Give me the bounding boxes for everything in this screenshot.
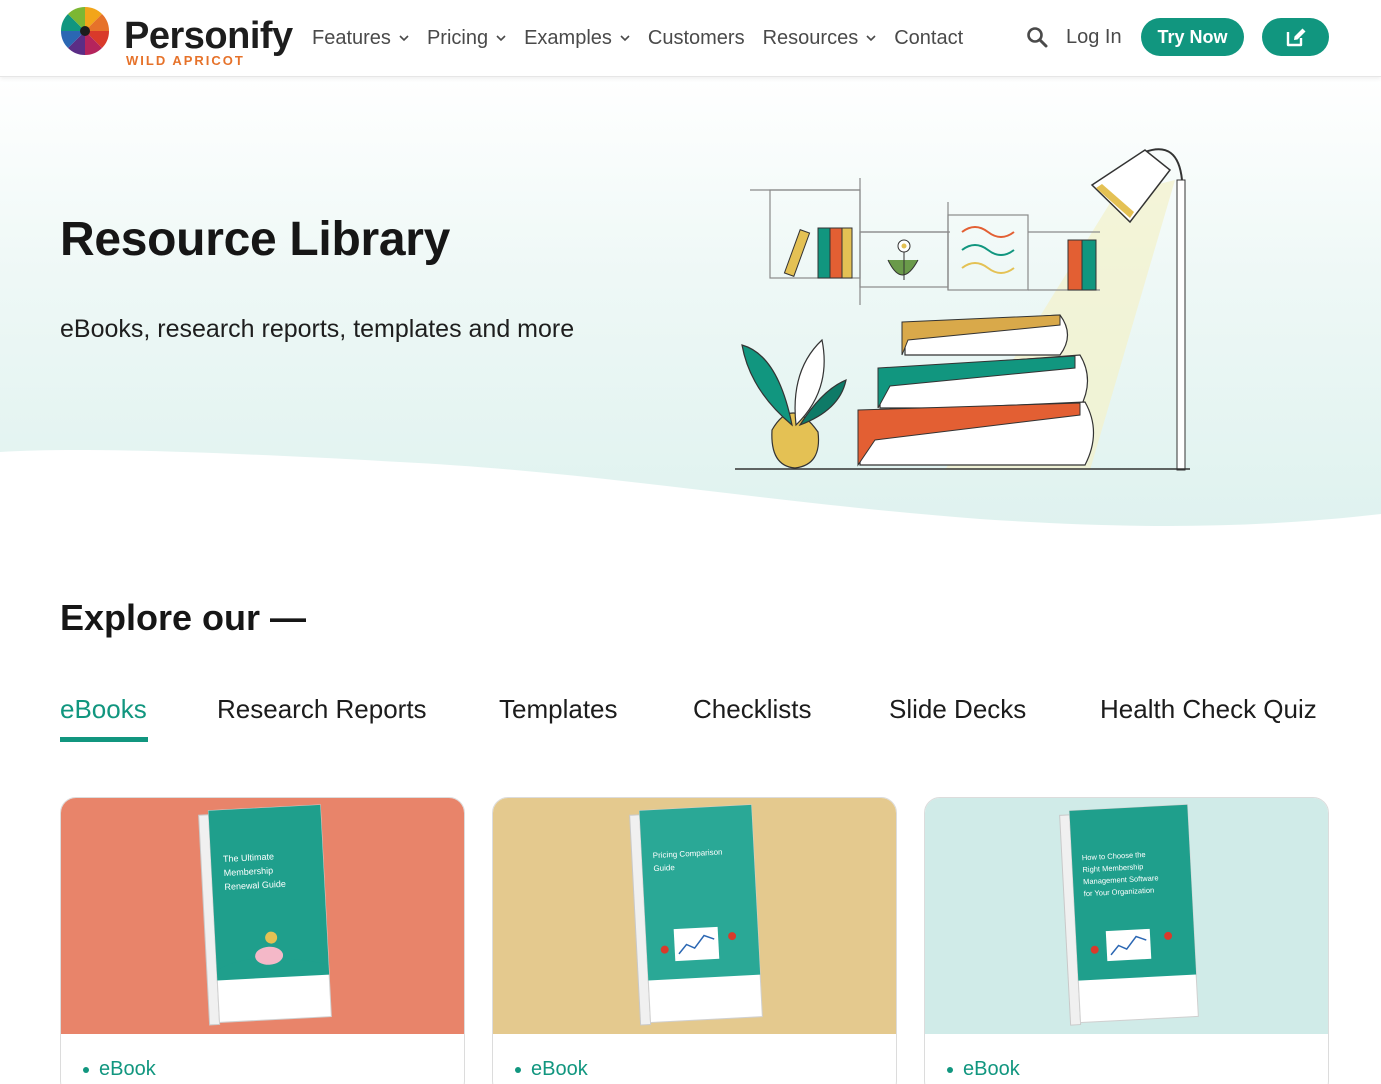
nav-item-label: Contact bbox=[894, 26, 964, 49]
bullet-dot bbox=[515, 1066, 521, 1073]
tab-ebooks[interactable]: eBooks bbox=[60, 690, 147, 728]
nav-item-label: Customers bbox=[647, 26, 745, 49]
tab-research-reports[interactable]: Research Reports bbox=[217, 690, 427, 728]
login-link[interactable]: Log In bbox=[1066, 24, 1122, 50]
bullet-dot bbox=[83, 1066, 89, 1073]
personify-logo[interactable]: Personify WILD APRICOT bbox=[60, 6, 293, 70]
nav-item-contact[interactable]: Contact bbox=[894, 27, 963, 50]
library-illustration bbox=[735, 148, 1190, 471]
nav-item-resources[interactable]: Resources bbox=[763, 27, 877, 50]
resource-tabs: eBooks Research Reports Templates Checkl… bbox=[60, 690, 1330, 744]
chevron-down-icon bbox=[866, 35, 876, 42]
edit-button[interactable] bbox=[1262, 18, 1329, 56]
brand-subtitle: WILD APRICOT bbox=[126, 53, 245, 68]
ebook-cover-image: How to Choose the Right Membership Manag… bbox=[925, 798, 1328, 1034]
chevron-down-icon bbox=[620, 35, 630, 42]
nav-item-features[interactable]: Features bbox=[312, 27, 409, 50]
page-subtitle: eBooks, research reports, templates and … bbox=[60, 315, 575, 343]
chevron-down-icon bbox=[496, 35, 506, 42]
resource-card[interactable]: The Ultimate Membership Renewal Guide eB… bbox=[60, 797, 465, 1084]
card-type-label: eBook bbox=[531, 1058, 588, 1080]
search-icon[interactable] bbox=[1025, 25, 1049, 49]
tab-health-check-quiz[interactable]: Health Check Quiz bbox=[1100, 690, 1317, 728]
book-cover-title: Guide bbox=[653, 863, 675, 873]
card-type-label: eBook bbox=[963, 1058, 1020, 1080]
card-type-tag: eBook bbox=[83, 1058, 156, 1081]
try-now-button[interactable]: Try Now bbox=[1141, 18, 1244, 56]
nav-item-label: Pricing bbox=[426, 26, 489, 49]
tab-templates[interactable]: Templates bbox=[499, 690, 618, 728]
nav-item-label: Resources bbox=[762, 26, 859, 49]
card-type-tag: eBook bbox=[515, 1058, 588, 1081]
card-type-label: eBook bbox=[99, 1058, 156, 1080]
nav-item-pricing[interactable]: Pricing bbox=[427, 27, 506, 50]
main-nav: Features Pricing Examples Customers Reso… bbox=[312, 23, 981, 53]
card-type-tag: eBook bbox=[947, 1058, 1020, 1081]
chevron-down-icon bbox=[399, 35, 409, 42]
bullet-dot bbox=[947, 1066, 953, 1073]
brand-name: Personify bbox=[124, 15, 293, 57]
tab-slide-decks[interactable]: Slide Decks bbox=[889, 690, 1026, 728]
logo-pinwheel-icon bbox=[60, 6, 110, 56]
edit-icon bbox=[1286, 28, 1305, 47]
page-title: Resource Library bbox=[60, 213, 451, 266]
explore-heading: Explore our — bbox=[60, 597, 307, 638]
ebook-cover-image: Pricing Comparison Guide bbox=[493, 798, 896, 1034]
site-header: Personify WILD APRICOT Features Pricing … bbox=[0, 0, 1381, 77]
tab-checklists[interactable]: Checklists bbox=[693, 690, 811, 728]
resource-card[interactable]: How to Choose the Right Membership Manag… bbox=[924, 797, 1329, 1084]
active-tab-indicator bbox=[60, 737, 148, 742]
resource-card[interactable]: Pricing Comparison Guide eBook bbox=[492, 797, 897, 1084]
nav-item-customers[interactable]: Customers bbox=[648, 27, 745, 50]
nav-item-examples[interactable]: Examples bbox=[524, 27, 630, 50]
nav-item-label: Examples bbox=[524, 26, 612, 49]
ebook-cover-image: The Ultimate Membership Renewal Guide bbox=[61, 798, 464, 1034]
nav-item-label: Features bbox=[312, 26, 391, 49]
